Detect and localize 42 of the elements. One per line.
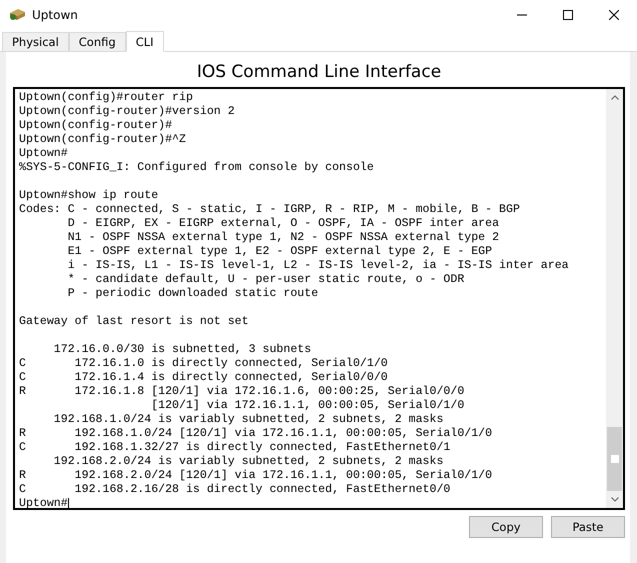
scroll-up-icon[interactable] <box>610 95 618 100</box>
console-line: [120/1] via 172.16.1.1, 00:00:05, Serial0/1/0 <box>150 399 464 413</box>
console-line: P - periodic downloaded static route <box>66 287 318 301</box>
tab[interactable]: Config <box>68 32 126 51</box>
paste-button[interactable]: Paste <box>551 516 625 538</box>
scrollbar[interactable] <box>606 89 623 508</box>
close-icon <box>609 10 619 20</box>
console-line: * - candidate default, U - per-user static route, o - ODR <box>66 273 464 287</box>
console-line: C 192.168.1.32/27 is directly connected, FastEthernet0/1 <box>19 441 450 455</box>
scroll-down-icon[interactable] <box>610 497 618 502</box>
console-line: Uptown(config-router)# <box>19 119 172 133</box>
console-line: C 172.16.1.0 is directly connected, Serial0/1/0 <box>19 357 388 371</box>
copy-button[interactable]: Copy <box>469 516 543 538</box>
terminal-console[interactable] <box>13 87 625 510</box>
console-line: 172.16.0.0/30 is subnetted, 3 subnets <box>52 343 312 357</box>
console-line: Gateway of last resort is not set <box>19 315 249 329</box>
console-line: Uptown#show ip route <box>19 189 158 203</box>
console-line: Uptown(config-router)#^Z <box>19 133 186 147</box>
tab[interactable]: CLI <box>126 31 164 52</box>
console-line: E1 - OSPF external type 1, E2 - OSPF external type 2, E - EGP <box>66 245 492 259</box>
tab[interactable]: Physical <box>2 32 69 51</box>
console-line: R 192.168.1.0/24 [120/1] via 172.16.1.1, 00:00:05, Serial0/1/0 <box>19 427 492 441</box>
window-title: Uptown <box>32 8 79 22</box>
console-line: D - EIGRP, EX - EIGRP external, O - OSPF, IA - OSPF inter area <box>66 217 500 231</box>
router-icon <box>8 7 26 23</box>
panel-heading: IOS Command Line Interface <box>196 62 442 82</box>
console-line: R 172.16.1.8 [120/1] via 172.16.1.6, 00:00:25, Serial0/0/0 <box>19 385 464 399</box>
console-line: 192.168.1.0/24 is variably subnetted, 2 subnets, 2 masks <box>52 413 444 427</box>
console-line: i - IS-IS, L1 - IS-IS level-1, L2 - IS-IS level-2, ia - IS-IS inter area <box>66 259 569 273</box>
console-line: 192.168.2.0/24 is variably subnetted, 2 subnets, 2 masks <box>52 455 444 469</box>
maximize-icon <box>563 10 573 20</box>
console-line: C 172.16.1.4 is directly connected, Serial0/0/0 <box>19 371 388 385</box>
console-line: %SYS-5-CONFIG_I: Configured from console by console <box>19 161 374 175</box>
console-line: Codes: C - connected, S - static, I - IGRP, R - RIP, M - mobile, B - BGP <box>19 203 520 217</box>
console-line: Uptown(config-router)#version 2 <box>19 105 235 119</box>
text-cursor <box>68 498 69 508</box>
console-line: R 192.168.2.0/24 [120/1] via 172.16.1.1, 00:00:05, Serial0/1/0 <box>19 469 492 483</box>
console-line: C 192.168.2.16/28 is directly connected, FastEthernet0/0 <box>19 483 450 497</box>
console-line: Uptown(config)#router rip <box>19 91 193 105</box>
console-line: N1 - OSPF NSSA external type 1, N2 - OSPF NSSA external type 2 <box>66 231 500 245</box>
console-line: Uptown# <box>19 147 68 161</box>
scroll-thumb[interactable] <box>607 427 622 491</box>
